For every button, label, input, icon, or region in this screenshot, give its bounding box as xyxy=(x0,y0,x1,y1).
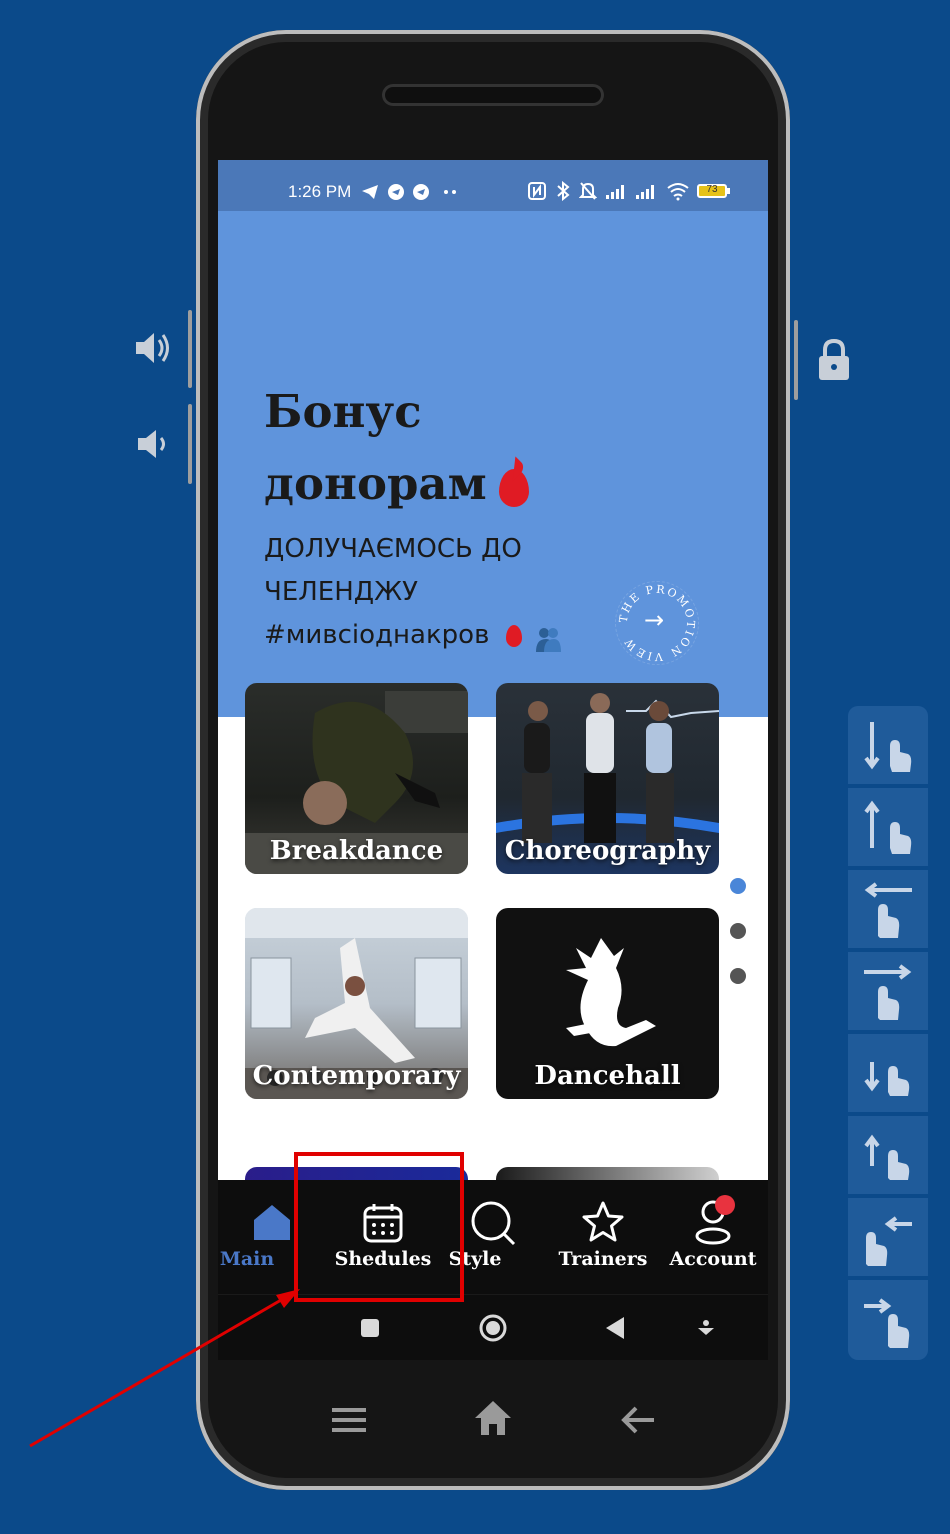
emulator-home-icon[interactable] xyxy=(472,1398,514,1438)
hugging-people-icon xyxy=(534,623,562,652)
banner-subtitle-line3: #мивсіоднакров xyxy=(264,620,490,650)
banner-title-line2: донорам xyxy=(264,457,487,510)
bluetooth-icon xyxy=(557,181,570,201)
signal-icon xyxy=(606,185,624,199)
lock-icon[interactable] xyxy=(816,338,852,382)
swipe-down-gesture-icon[interactable] xyxy=(848,706,928,788)
promotion-view-button[interactable]: THE PROMOTION VIEW → xyxy=(615,581,699,665)
notification-badge xyxy=(715,1195,735,1215)
signal-icon xyxy=(636,185,654,199)
home-button-icon[interactable] xyxy=(478,1313,508,1343)
category-card-contemporary[interactable]: Contemporary xyxy=(245,908,468,1099)
category-label: Contemporary xyxy=(252,1061,461,1091)
banner-subtitle-line1: ДОЛУЧАЄМОСЬ ДО xyxy=(264,534,522,564)
emulator-side-divider xyxy=(188,404,192,484)
telegram-icon xyxy=(362,185,378,199)
banner-subtitle-line2: ЧЕЛЕНДЖУ xyxy=(264,577,418,607)
scroll-down-gesture-icon[interactable] xyxy=(848,1034,928,1116)
back-button-icon[interactable] xyxy=(604,1316,626,1340)
wifi-icon xyxy=(667,183,689,201)
phone-speaker xyxy=(382,84,604,106)
page-indicator-dot[interactable] xyxy=(730,923,746,939)
volume-up-icon[interactable] xyxy=(132,328,172,368)
emulator-side-divider xyxy=(188,310,192,388)
menu-icon[interactable] xyxy=(330,1404,368,1436)
tab-account[interactable]: Account xyxy=(658,1180,768,1294)
battery-icon: 73 xyxy=(697,184,727,198)
android-nav-bar xyxy=(218,1294,768,1360)
search-icon xyxy=(471,1201,516,1246)
more-icon xyxy=(444,190,456,194)
chat-icon xyxy=(413,184,429,200)
banner-title-line1: Бонус xyxy=(264,385,422,438)
banner-subtitle: ДОЛУЧАЄМОСЬ ДО ЧЕЛЕНДЖУ #мивсіоднакров xyxy=(264,528,604,657)
tab-trainers[interactable]: Trainers xyxy=(548,1180,658,1294)
tab-label: Account xyxy=(669,1248,757,1270)
status-time: 1:26 PM xyxy=(288,182,352,201)
banner-title: Бонус донорам xyxy=(264,376,644,520)
blood-drop-icon xyxy=(505,624,522,647)
volume-down-icon[interactable] xyxy=(136,426,172,462)
scroll-up-gesture-icon[interactable] xyxy=(848,1116,928,1198)
blood-drop-icon xyxy=(498,468,529,507)
category-label: Breakdance xyxy=(269,836,444,866)
page-indicator-dot-active[interactable] xyxy=(730,878,746,894)
mute-icon xyxy=(579,182,597,200)
assistant-icon[interactable] xyxy=(696,1319,716,1339)
gesture-panel xyxy=(848,706,928,1360)
home-icon xyxy=(254,1205,290,1240)
category-card-choreography[interactable]: Choreography xyxy=(496,683,719,874)
scroll-left-gesture-icon[interactable] xyxy=(848,1198,928,1280)
tab-label: Main xyxy=(219,1248,275,1270)
swipe-up-gesture-icon[interactable] xyxy=(848,788,928,870)
scroll-right-gesture-icon[interactable] xyxy=(848,1280,928,1358)
recents-button[interactable] xyxy=(361,1319,379,1337)
nfc-icon xyxy=(528,182,546,200)
category-card-breakdance[interactable]: Breakdance xyxy=(245,683,468,874)
annotation-highlight-box xyxy=(294,1152,464,1302)
battery-level: 73 xyxy=(706,184,718,195)
arrow-right-icon: → xyxy=(644,606,665,634)
status-bar: 1:26 PM 73 xyxy=(218,160,768,211)
swipe-right-gesture-icon[interactable] xyxy=(848,952,928,1034)
star-icon xyxy=(582,1201,624,1242)
page-indicator-dot[interactable] xyxy=(730,968,746,984)
promo-banner[interactable]: Бонус донорам ДОЛУЧАЄМОСЬ ДО ЧЕЛЕНДЖУ #м… xyxy=(218,211,768,717)
category-label: Choreography xyxy=(504,836,711,866)
emulator-side-divider xyxy=(794,320,798,400)
chat-icon xyxy=(388,184,404,200)
emulator-back-icon[interactable] xyxy=(620,1404,656,1436)
swipe-left-gesture-icon[interactable] xyxy=(848,870,928,952)
category-card-dancehall[interactable]: Dancehall xyxy=(496,908,719,1099)
category-label: Dancehall xyxy=(534,1061,681,1091)
